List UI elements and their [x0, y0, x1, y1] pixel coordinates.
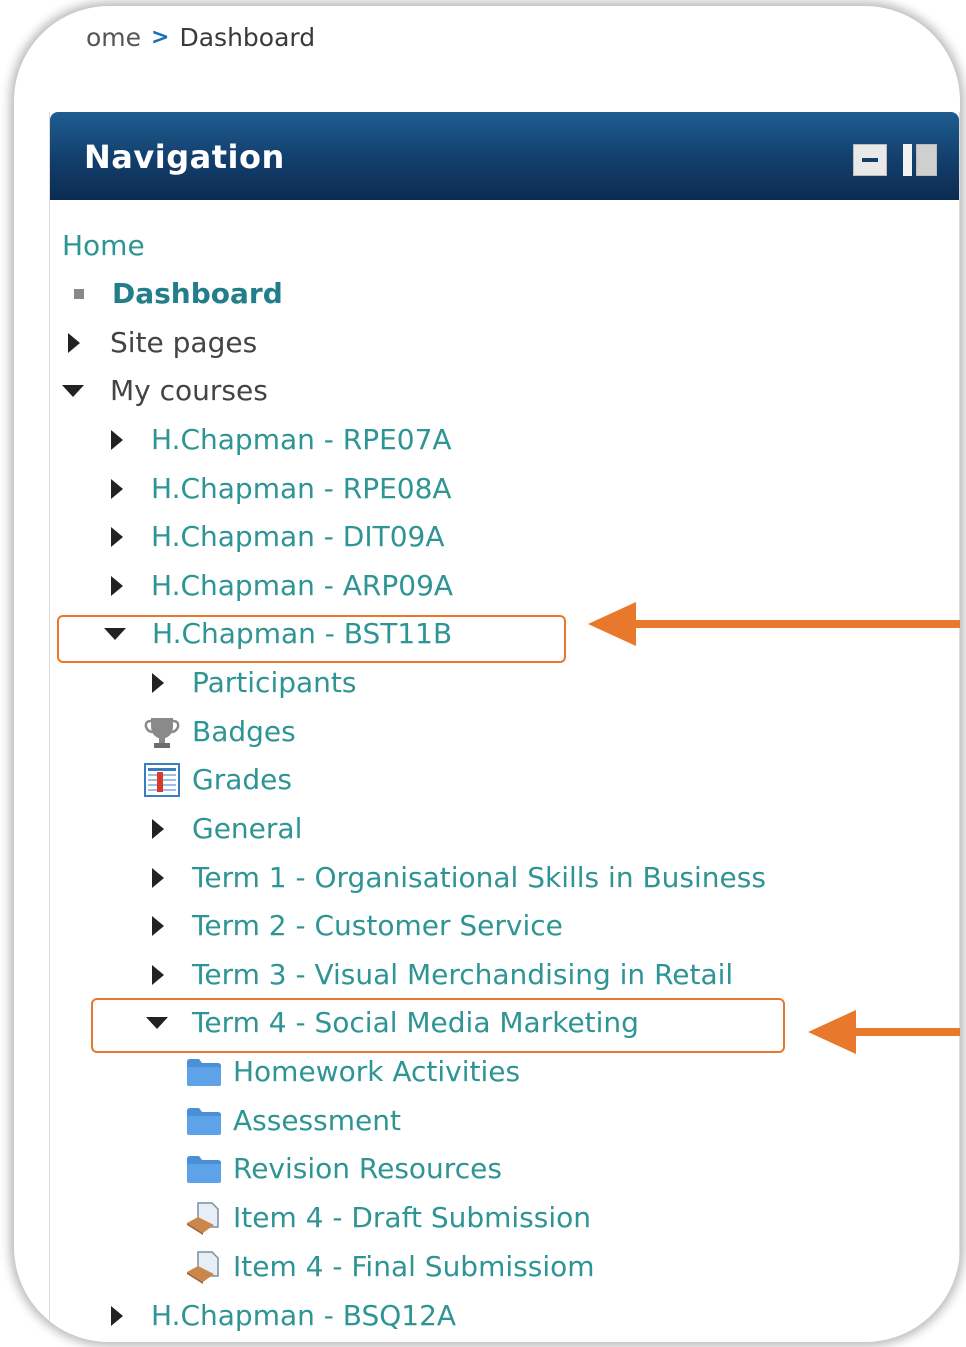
course-link[interactable]: H.Chapman - RPE07A — [151, 418, 452, 462]
course-link[interactable]: H.Chapman - DIT09A — [151, 515, 444, 559]
expand-arrow-icon[interactable] — [111, 576, 123, 596]
draft-submission-link[interactable]: Item 4 - Draft Submission — [233, 1196, 591, 1240]
dock-icon[interactable] — [903, 144, 937, 176]
expand-arrow-icon[interactable] — [111, 430, 123, 450]
collapse-arrow-icon[interactable] — [104, 628, 126, 640]
activity-revision[interactable]: Revision Resources — [186, 1147, 502, 1191]
folder-icon — [187, 1156, 221, 1183]
general-section-link[interactable]: General — [192, 807, 302, 851]
term2-section-link[interactable]: Term 2 - Customer Service — [192, 904, 563, 948]
course-item-term2[interactable]: Term 2 - Customer Service — [152, 904, 563, 948]
expand-arrow-icon[interactable] — [111, 527, 123, 547]
activity-final[interactable]: Item 4 - Final Submissiom — [184, 1245, 595, 1289]
participants-link[interactable]: Participants — [192, 661, 356, 705]
nav-item-home[interactable]: Home — [62, 224, 145, 268]
expand-arrow-icon[interactable] — [152, 916, 164, 936]
minus-icon[interactable] — [853, 144, 887, 176]
grades-link[interactable]: Grades — [192, 758, 292, 802]
folder-icon — [187, 1108, 221, 1135]
course-item[interactable]: H.Chapman - BSQ12A — [111, 1294, 456, 1338]
grades-icon — [144, 763, 180, 797]
nav-site-pages-label[interactable]: Site pages — [110, 321, 257, 365]
navigation-block-header: Navigation — [50, 112, 959, 200]
folder-icon — [187, 1059, 221, 1086]
course-item[interactable]: H.Chapman - DIT09A — [111, 515, 444, 559]
final-submission-link[interactable]: Item 4 - Final Submissiom — [233, 1245, 595, 1289]
course-item-grades[interactable]: Grades — [144, 758, 292, 802]
term4-section-link[interactable]: Term 4 - Social Media Marketing — [192, 1001, 639, 1045]
course-link[interactable]: H.Chapman - ARP09A — [151, 564, 453, 608]
nav-item-site-pages[interactable]: Site pages — [68, 321, 257, 365]
breadcrumb-separator: > — [151, 24, 170, 50]
homework-folder-link[interactable]: Homework Activities — [233, 1050, 520, 1094]
expand-arrow-icon[interactable] — [111, 479, 123, 499]
nav-my-courses-label[interactable]: My courses — [110, 369, 268, 413]
screenshot-frame: ome > Dashboard Navigation Home Dashboar… — [14, 6, 960, 1342]
badges-link[interactable]: Badges — [192, 710, 296, 754]
expand-arrow-icon[interactable] — [152, 868, 164, 888]
course-item-general[interactable]: General — [152, 807, 302, 851]
collapse-arrow-icon[interactable] — [62, 385, 84, 397]
course-item[interactable]: H.Chapman - RPE07A — [111, 418, 452, 462]
course-link[interactable]: H.Chapman - BSQ12A — [151, 1294, 456, 1338]
arrow-pointer-icon — [588, 602, 960, 646]
nav-item-dashboard[interactable]: Dashboard — [62, 272, 283, 316]
assessment-folder-link[interactable]: Assessment — [233, 1099, 401, 1143]
course-link[interactable]: H.Chapman - BST11B — [152, 612, 452, 656]
course-item[interactable]: H.Chapman - RPE08A — [111, 467, 452, 511]
bullet-icon — [74, 289, 84, 299]
breadcrumb-current: Dashboard — [179, 22, 316, 52]
expand-arrow-icon[interactable] — [152, 819, 164, 839]
breadcrumb-home-link[interactable]: ome — [86, 23, 141, 52]
nav-dashboard-label[interactable]: Dashboard — [112, 272, 283, 316]
term1-section-link[interactable]: Term 1 - Organisational Skills in Busine… — [192, 856, 766, 900]
activity-draft[interactable]: Item 4 - Draft Submission — [184, 1196, 591, 1240]
term3-section-link[interactable]: Term 3 - Visual Merchandising in Retail — [192, 953, 733, 997]
revision-folder-link[interactable]: Revision Resources — [233, 1147, 502, 1191]
course-item-term4[interactable]: Term 4 - Social Media Marketing — [146, 1001, 639, 1045]
expand-arrow-icon[interactable] — [152, 673, 164, 693]
assignment-icon — [187, 1202, 219, 1235]
nav-home-label[interactable]: Home — [62, 224, 145, 268]
expand-arrow-icon[interactable] — [111, 1306, 123, 1326]
arrow-pointer-icon — [808, 1010, 960, 1054]
course-item[interactable]: H.Chapman - ARP09A — [111, 564, 453, 608]
course-item-expanded[interactable]: H.Chapman - BST11B — [104, 612, 452, 656]
nav-item-my-courses[interactable]: My courses — [62, 369, 268, 413]
trophy-icon — [144, 718, 180, 748]
expand-arrow-icon[interactable] — [152, 965, 164, 985]
course-link[interactable]: H.Chapman - RPE08A — [151, 467, 452, 511]
expand-arrow-icon[interactable] — [68, 333, 80, 353]
course-item-term3[interactable]: Term 3 - Visual Merchandising in Retail — [152, 953, 733, 997]
assignment-icon — [187, 1251, 219, 1284]
course-item-term1[interactable]: Term 1 - Organisational Skills in Busine… — [152, 856, 766, 900]
navigation-block-title: Navigation — [84, 138, 285, 176]
activity-assessment[interactable]: Assessment — [186, 1099, 401, 1143]
activity-homework[interactable]: Homework Activities — [186, 1050, 520, 1094]
collapse-arrow-icon[interactable] — [146, 1017, 168, 1029]
course-item-badges[interactable]: Badges — [144, 710, 296, 754]
course-item-participants[interactable]: Participants — [152, 661, 356, 705]
breadcrumb: ome > Dashboard — [86, 20, 315, 54]
